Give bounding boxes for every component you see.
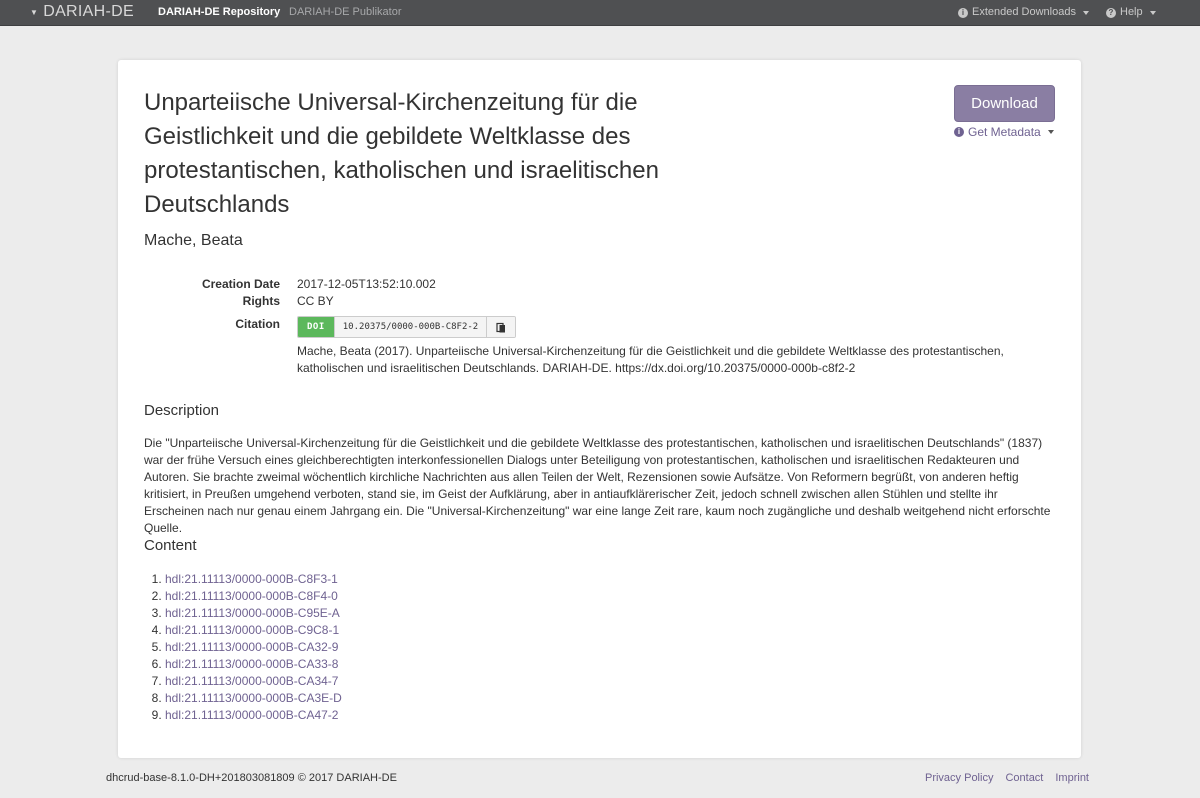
- contact-link[interactable]: Contact: [1005, 772, 1043, 784]
- copy-doi-button[interactable]: [486, 317, 516, 337]
- rights-value: CC BY: [297, 294, 334, 308]
- list-item: 2. hdl:21.11113/0000-000B-C8F4-0: [151, 588, 338, 605]
- doi-tag: DOI: [298, 317, 334, 337]
- content-link[interactable]: hdl:21.11113/0000-000B-CA32-9: [165, 639, 338, 656]
- caret-down-icon: [1047, 130, 1054, 134]
- list-item: 5. hdl:21.11113/0000-000B-CA32-9: [151, 639, 339, 656]
- info-icon: i: [954, 127, 964, 137]
- list-item: 7. hdl:21.11113/0000-000B-CA34-7: [151, 673, 339, 690]
- list-item: 3. hdl:21.11113/0000-000B-C95E-A: [151, 605, 340, 622]
- nav-link-publikator[interactable]: DARIAH-DE Publikator: [289, 6, 401, 19]
- clipboard-icon: [496, 322, 506, 332]
- record-title: Unparteiische Universal-Kirchenzeitung f…: [144, 89, 659, 218]
- rights-label: Rights: [242, 294, 280, 308]
- top-navbar: ▼ DARIAH-DE DARIAH-DE Repository DARIAH-…: [0, 0, 1200, 26]
- list-item: 6. hdl:21.11113/0000-000B-CA33-8: [151, 656, 339, 673]
- help-menu[interactable]: ? Help: [1106, 6, 1156, 19]
- brand-menu[interactable]: ▼ DARIAH-DE: [30, 2, 134, 22]
- list-item: 9. hdl:21.11113/0000-000B-CA47-2: [151, 707, 339, 724]
- footer-version: dhcrud-base-8.1.0-DH+201803081809 © 2017…: [106, 772, 397, 784]
- brand-label: DARIAH-DE: [43, 3, 134, 20]
- caret-down-icon: [1082, 10, 1089, 15]
- content-link[interactable]: hdl:21.11113/0000-000B-CA33-8: [165, 656, 338, 673]
- extended-downloads-menu[interactable]: i Extended Downloads: [958, 6, 1089, 19]
- question-icon: ?: [1106, 7, 1116, 18]
- citation-label: Citation: [235, 317, 280, 331]
- list-item: 8. hdl:21.11113/0000-000B-CA3E-D: [151, 690, 342, 707]
- get-metadata-label: Get Metadata: [968, 125, 1041, 139]
- info-icon: i: [958, 7, 968, 18]
- content-link[interactable]: hdl:21.11113/0000-000B-CA3E-D: [165, 690, 342, 707]
- creation-date-value: 2017-12-05T13:52:10.002: [297, 277, 436, 291]
- list-item: 1. hdl:21.11113/0000-000B-C8F3-1: [151, 571, 338, 588]
- record-author: Mache, Beata: [144, 232, 243, 249]
- help-label: Help: [1120, 6, 1143, 18]
- creation-date-label: Creation Date: [201, 277, 280, 291]
- get-metadata-menu[interactable]: i Get Metadata: [954, 125, 1054, 139]
- extended-downloads-label: Extended Downloads: [972, 6, 1076, 18]
- nav-link-repository[interactable]: DARIAH-DE Repository: [158, 6, 280, 19]
- record-card: Unparteiische Universal-Kirchenzeitung f…: [118, 60, 1081, 758]
- download-button[interactable]: Download: [954, 85, 1055, 122]
- privacy-policy-link[interactable]: Privacy Policy: [925, 772, 993, 784]
- content-list: 1. hdl:21.11113/0000-000B-C8F3-1 2. hdl:…: [144, 571, 342, 724]
- caret-down-icon: ▼: [30, 7, 39, 17]
- description-text: Die "Unparteiische Universal-Kirchenzeit…: [144, 436, 1051, 535]
- description-heading: Description: [144, 402, 220, 419]
- doi-value[interactable]: 10.20375/0000-000B-C8F2-2: [333, 317, 487, 337]
- caret-down-icon: [1149, 10, 1156, 15]
- content-link[interactable]: hdl:21.11113/0000-000B-C95E-A: [165, 605, 340, 622]
- content-link[interactable]: hdl:21.11113/0000-000B-C8F3-1: [165, 571, 338, 588]
- content-link[interactable]: hdl:21.11113/0000-000B-C9C8-1: [165, 622, 339, 639]
- doi-badge: DOI 10.20375/0000-000B-C8F2-2: [297, 316, 517, 338]
- imprint-link[interactable]: Imprint: [1055, 772, 1089, 784]
- content-link[interactable]: hdl:21.11113/0000-000B-CA47-2: [165, 707, 338, 724]
- footer-links: Privacy Policy Contact Imprint: [925, 772, 1089, 784]
- content-link[interactable]: hdl:21.11113/0000-000B-CA34-7: [165, 673, 338, 690]
- content-link[interactable]: hdl:21.11113/0000-000B-C8F4-0: [165, 588, 338, 605]
- citation-text: Mache, Beata (2017). Unparteiische Unive…: [297, 344, 1004, 375]
- list-item: 4. hdl:21.11113/0000-000B-C9C8-1: [151, 622, 340, 639]
- content-heading: Content: [144, 537, 197, 554]
